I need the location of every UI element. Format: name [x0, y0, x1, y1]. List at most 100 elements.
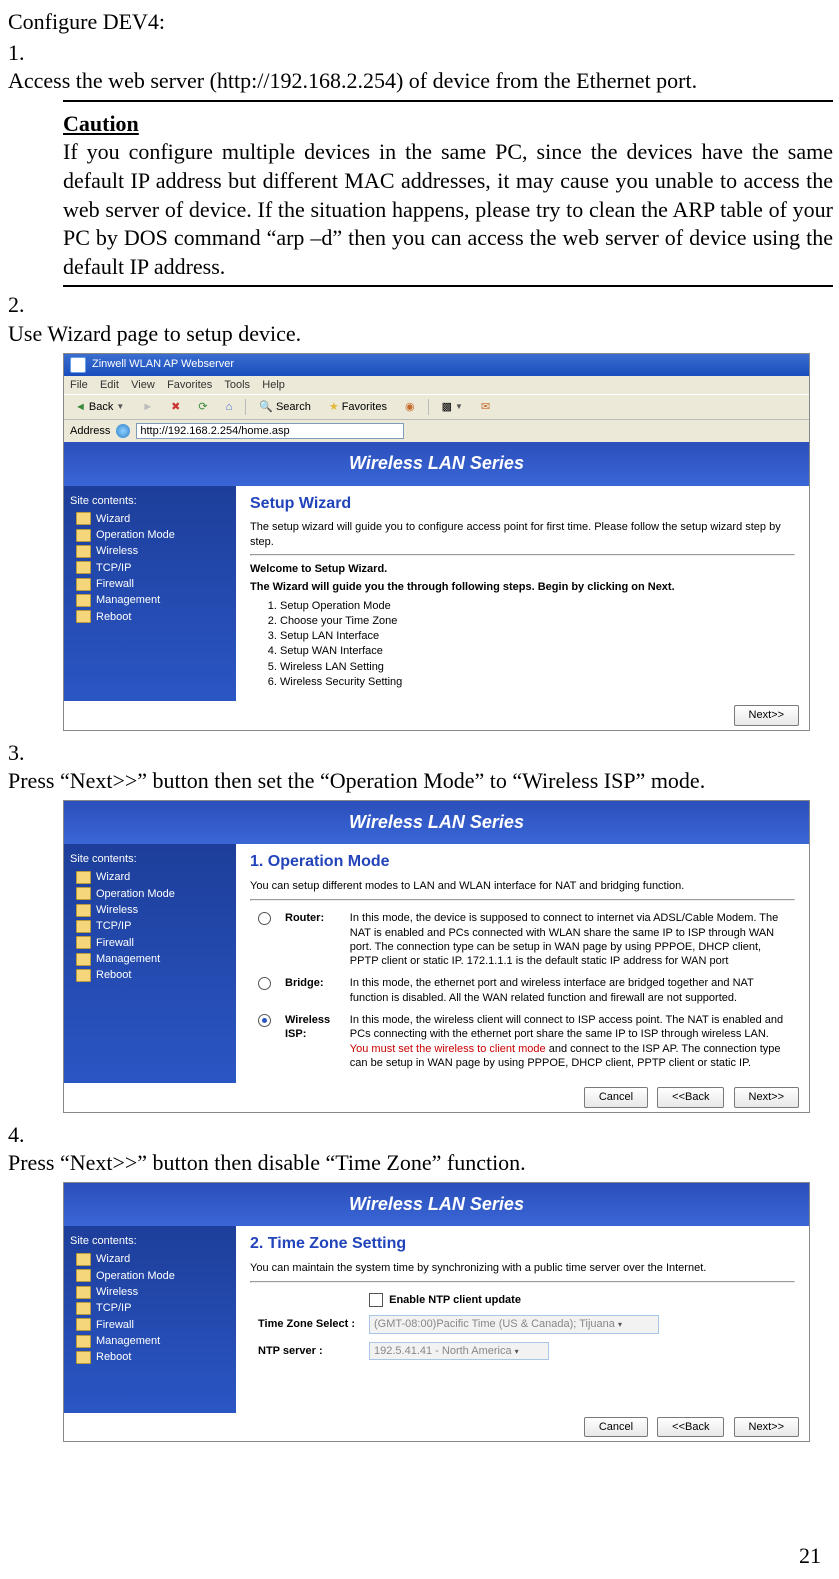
caution-body: If you configure multiple devices in the… — [63, 138, 833, 281]
radio-router[interactable] — [258, 912, 271, 925]
ntp-server-select[interactable]: 192.5.41.41 - North America ▾ — [369, 1342, 549, 1360]
button-row: Cancel <<Back Next>> — [64, 1083, 809, 1111]
folder-icon — [76, 594, 91, 607]
step-1-text: Access the web server (http://192.168.2.… — [8, 67, 778, 96]
media-button[interactable]: ◉ — [400, 398, 420, 416]
history-button[interactable]: ▩▼ — [437, 398, 468, 416]
menu-view[interactable]: View — [131, 379, 155, 391]
address-input[interactable] — [136, 423, 404, 439]
home-icon: ⌂ — [226, 400, 233, 414]
opmode-title: 1. Operation Mode — [250, 852, 795, 873]
menu-help[interactable]: Help — [262, 379, 285, 391]
wizard-title: Setup Wizard — [250, 494, 795, 515]
tz-select[interactable]: (GMT-08:00)Pacific Time (US & Canada); T… — [369, 1315, 659, 1333]
sidebar-item-tcpip[interactable]: TCP/IP — [76, 919, 230, 933]
sidebar-item-management[interactable]: Management — [76, 1334, 230, 1348]
sidebar-item-reboot[interactable]: Reboot — [76, 968, 230, 982]
sidebar-item-firewall[interactable]: Firewall — [76, 577, 230, 591]
sidebar-item-operation-mode[interactable]: Operation Mode — [76, 1269, 230, 1283]
sidebar-item-wireless[interactable]: Wireless — [76, 544, 230, 558]
menu-edit[interactable]: Edit — [100, 379, 119, 391]
next-button[interactable]: Next>> — [734, 1087, 799, 1107]
address-label: Address — [70, 424, 110, 438]
folder-icon — [76, 969, 91, 982]
sidebar: Site contents: Wizard Operation Mode Wir… — [64, 1226, 236, 1413]
folder-icon — [76, 1269, 91, 1282]
sidebar-item-operation-mode[interactable]: Operation Mode — [76, 887, 230, 901]
ntp-server-label: NTP server : — [252, 1339, 361, 1363]
caution-heading: Caution — [63, 110, 833, 139]
refresh-icon: ⟳ — [198, 400, 207, 414]
sidebar-item-firewall[interactable]: Firewall — [76, 936, 230, 950]
radio-wireless-isp[interactable] — [258, 1014, 271, 1027]
menubar[interactable]: File Edit View Favorites Tools Help — [64, 376, 809, 394]
menu-file[interactable]: File — [70, 379, 88, 391]
sidebar-item-tcpip[interactable]: TCP/IP — [76, 1301, 230, 1315]
bridge-desc: In this mode, the ethernet port and wire… — [344, 973, 793, 1008]
ntp-enable-checkbox[interactable] — [369, 1293, 383, 1307]
folder-icon — [76, 936, 91, 949]
folder-icon — [76, 1335, 91, 1348]
radio-bridge[interactable] — [258, 977, 271, 990]
step-3-text: Press “Next>>” button then set the “Oper… — [8, 767, 778, 796]
wizard-steps: Setup Operation Mode Choose your Time Zo… — [280, 599, 795, 690]
page-banner: Wireless LAN Series — [64, 801, 809, 844]
wizard-guide: The Wizard will guide you the through fo… — [250, 580, 795, 594]
folder-icon — [76, 871, 91, 884]
search-button[interactable]: 🔍Search — [254, 398, 316, 416]
step-2-number: 2. — [8, 291, 58, 320]
sidebar-item-firewall[interactable]: Firewall — [76, 1318, 230, 1332]
folder-icon — [76, 1302, 91, 1315]
wizard-step: Setup WAN Interface — [280, 644, 795, 658]
forward-arrow-icon: ► — [142, 400, 153, 414]
media-icon: ◉ — [405, 400, 415, 414]
folder-icon — [76, 1286, 91, 1299]
sidebar-item-wireless[interactable]: Wireless — [76, 1285, 230, 1299]
screenshot-operation-mode: Wireless LAN Series Site contents: Wizar… — [63, 800, 810, 1113]
back-arrow-icon: ◄ — [75, 400, 86, 414]
stop-button[interactable]: ✖ — [166, 398, 185, 416]
ie-logo-icon — [70, 357, 86, 373]
folder-icon — [76, 529, 91, 542]
tz-desc: You can maintain the system time by sync… — [250, 1261, 795, 1275]
folder-icon — [76, 1318, 91, 1331]
back-button[interactable]: ◄Back ▼ — [70, 398, 129, 416]
home-button[interactable]: ⌂ — [221, 398, 238, 416]
next-button[interactable]: Next>> — [734, 705, 799, 725]
wizard-welcome: Welcome to Setup Wizard. — [250, 562, 795, 576]
mail-button[interactable]: ✉ — [476, 398, 495, 416]
refresh-button[interactable]: ⟳ — [193, 398, 212, 416]
forward-button[interactable]: ► — [137, 398, 158, 416]
sidebar-item-wireless[interactable]: Wireless — [76, 903, 230, 917]
menu-favorites[interactable]: Favorites — [167, 379, 212, 391]
tz-select-label: Time Zone Select : — [252, 1312, 361, 1336]
sidebar-item-management[interactable]: Management — [76, 593, 230, 607]
favorites-button[interactable]: ★Favorites — [324, 398, 392, 416]
search-icon: 🔍 — [259, 400, 273, 414]
sidebar-item-operation-mode[interactable]: Operation Mode — [76, 528, 230, 542]
opmode-desc: You can setup different modes to LAN and… — [250, 879, 795, 893]
next-button[interactable]: Next>> — [734, 1417, 799, 1437]
wizard-step: Setup LAN Interface — [280, 629, 795, 643]
sidebar-item-reboot[interactable]: Reboot — [76, 1350, 230, 1364]
dropdown-icon: ▼ — [116, 402, 124, 412]
cancel-button[interactable]: Cancel — [584, 1417, 648, 1437]
folder-icon — [76, 920, 91, 933]
opmode-table: Router: In this mode, the device is supp… — [250, 906, 795, 1075]
back-button[interactable]: <<Back — [657, 1087, 724, 1107]
menu-tools[interactable]: Tools — [224, 379, 250, 391]
cancel-button[interactable]: Cancel — [584, 1087, 648, 1107]
step-1-number: 1. — [8, 39, 58, 68]
tz-table: Enable NTP client update Time Zone Selec… — [250, 1288, 667, 1365]
sidebar-item-wizard[interactable]: Wizard — [76, 512, 230, 526]
sidebar-item-wizard[interactable]: Wizard — [76, 870, 230, 884]
back-button[interactable]: <<Back — [657, 1417, 724, 1437]
ie-toolbar: ◄Back ▼ ► ✖ ⟳ ⌂ 🔍Search ★Favorites ◉ ▩▼ … — [64, 394, 809, 419]
sidebar-item-tcpip[interactable]: TCP/IP — [76, 561, 230, 575]
router-label: Router: — [279, 908, 342, 971]
sidebar-item-management[interactable]: Management — [76, 952, 230, 966]
sidebar-title: Site contents: — [70, 852, 230, 866]
sidebar-item-reboot[interactable]: Reboot — [76, 610, 230, 624]
sidebar-item-wizard[interactable]: Wizard — [76, 1252, 230, 1266]
step-4-text: Press “Next>>” button then disable “Time… — [8, 1149, 778, 1178]
